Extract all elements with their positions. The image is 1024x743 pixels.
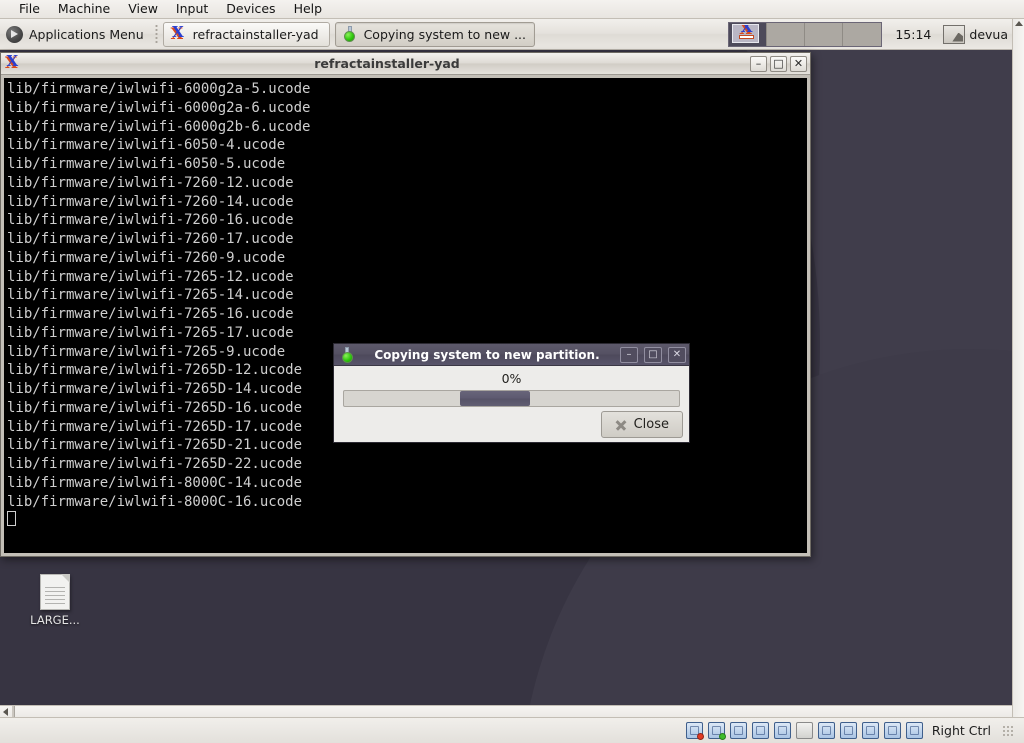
host-key-label: Right Ctrl <box>931 723 991 738</box>
document-icon-lines <box>45 587 65 605</box>
task-list: refractainstaller-yad Copying system to … <box>162 21 535 47</box>
progress-dialog: Copying system to new partition. – □ ✕ 0… <box>333 343 690 443</box>
terminal-line: lib/firmware/iwlwifi-7265D-22.ucode <box>7 456 303 472</box>
progress-bar-pulse <box>459 391 530 406</box>
guest-horizontal-scrollbar[interactable] <box>0 705 1012 718</box>
progress-percent-label: 0% <box>501 371 522 386</box>
dialog-body: 0% Close <box>334 366 689 443</box>
terminal-line: lib/firmware/iwlwifi-6000g2a-6.ucode <box>7 99 311 116</box>
mouse-integration-icon[interactable] <box>861 722 879 739</box>
terminal-line: lib/firmware/iwlwifi-6050-4.ucode <box>7 137 286 154</box>
dialog-title-bar[interactable]: Copying system to new partition. – □ ✕ <box>334 344 689 366</box>
workspace-window-preview <box>732 23 760 43</box>
document-icon <box>40 574 70 610</box>
workspace-3[interactable] <box>805 22 844 46</box>
scroll-left-arrow-icon[interactable] <box>3 708 8 716</box>
workspace-1[interactable] <box>729 22 768 46</box>
terminal-line: lib/firmware/iwlwifi-6000g2b-6.ucode <box>7 118 311 135</box>
progress-bar <box>343 390 680 407</box>
dialog-actions: Close <box>600 411 683 438</box>
desktop-icon-large[interactable]: LARGE... <box>12 574 98 627</box>
terminal-line: lib/firmware/iwlwifi-7265-12.ucode <box>7 268 294 285</box>
vbox-menu-help[interactable]: Help <box>285 0 332 18</box>
workspace-2[interactable] <box>767 22 806 46</box>
terminal-window: refractainstaller-yad – □ ✕ lib/firmware… <box>0 52 811 557</box>
terminal-title-bar[interactable]: refractainstaller-yad – □ ✕ <box>1 52 810 75</box>
terminal-line: lib/firmware/iwlwifi-7260-14.ucode <box>7 193 294 210</box>
optical-disk-icon[interactable] <box>707 722 726 740</box>
workspace-window-bar <box>739 34 755 39</box>
features-icon[interactable] <box>883 722 901 739</box>
display-icon[interactable] <box>817 722 835 739</box>
flask-icon-bulb <box>341 351 353 363</box>
terminal-line: lib/firmware/iwlwifi-7260-16.ucode <box>7 212 294 229</box>
floppy-disk-icon[interactable] <box>729 722 747 739</box>
terminal-line: lib/firmware/iwlwifi-7260-9.ucode <box>7 249 286 266</box>
xfce-top-panel: Applications Menu refractainstaller-yad … <box>0 19 1012 50</box>
dialog-close-button[interactable]: ✕ <box>668 346 686 363</box>
shared-folder-icon[interactable] <box>795 722 813 739</box>
terminal-title: refractainstaller-yad <box>314 56 460 71</box>
recording-icon[interactable] <box>839 722 857 739</box>
resize-grip[interactable] <box>1002 724 1014 737</box>
screen: File Machine View Input Devices Help SMA… <box>0 0 1024 743</box>
applications-menu-label: Applications Menu <box>29 26 144 42</box>
flask-icon <box>340 346 354 363</box>
panel-clock[interactable]: 15:14 <box>887 27 939 42</box>
dialog-title: Copying system to new partition. <box>374 347 600 362</box>
panel-user-label: devua <box>969 26 1008 42</box>
terminal-line: lib/firmware/iwlwifi-8000C-14.ucode <box>7 474 303 491</box>
terminal-close-button[interactable]: ✕ <box>790 55 807 72</box>
terminal-line: lib/firmware/iwlwifi-7260-12.ucode <box>7 174 294 191</box>
vbox-status-bar: Right Ctrl <box>0 717 1024 743</box>
workspace-switcher[interactable] <box>728 21 883 47</box>
terminal-minimize-button[interactable]: – <box>750 55 767 72</box>
terminal-maximize-button[interactable]: □ <box>770 55 787 72</box>
workspace-4[interactable] <box>843 22 882 46</box>
vbox-menu-bar: File Machine View Input Devices Help <box>0 0 1024 19</box>
flask-icon-bulb <box>344 31 356 42</box>
task-button-label: Copying system to new ... <box>363 26 527 42</box>
xterm-icon <box>5 52 20 72</box>
terminal-output[interactable]: lib/firmware/iwlwifi-6000g2a-5.ucode lib/… <box>4 78 807 553</box>
vbox-menu-file[interactable]: File <box>10 0 49 18</box>
terminal-line: lib/firmware/iwlwifi-7260-17.ucode <box>7 231 294 247</box>
vbox-menu-machine[interactable]: Machine <box>49 0 119 18</box>
xterm-icon <box>171 23 186 43</box>
terminal-line: lib/firmware/iwlwifi-6000g2a-5.ucode <box>7 81 311 97</box>
dialog-minimize-button[interactable]: – <box>620 346 638 363</box>
scroll-up-arrow-icon[interactable] <box>1015 21 1023 26</box>
vbox-menu-input[interactable]: Input <box>167 0 217 18</box>
terminal-line: lib/firmware/iwlwifi-7265-14.ucode <box>7 287 294 304</box>
terminal-line: lib/firmware/iwlwifi-7265-16.ucode <box>7 306 294 322</box>
dialog-close-action-button[interactable]: Close <box>600 411 683 438</box>
hard-disk-icon[interactable] <box>685 722 704 740</box>
terminal-prompt-line <box>7 511 807 530</box>
vbox-menu-devices[interactable]: Devices <box>217 0 284 18</box>
vbox-menu-view[interactable]: View <box>119 0 167 18</box>
panel-separator <box>154 24 158 44</box>
close-icon <box>615 419 627 431</box>
flask-icon <box>343 26 357 42</box>
guest-screen: SMALL... LARGE... Applications Menu refr… <box>0 19 1012 717</box>
desktop-icon-label: LARGE... <box>30 613 80 627</box>
network-icon[interactable] <box>751 722 769 739</box>
task-button-copying[interactable]: Copying system to new ... <box>334 21 535 47</box>
task-button-label: refractainstaller-yad <box>192 26 319 42</box>
dialog-maximize-button[interactable]: □ <box>644 346 662 363</box>
terminal-line: lib/firmware/iwlwifi-7265-17.ucode <box>7 324 294 341</box>
dialog-close-action-label: Close <box>633 417 669 432</box>
terminal-line: lib/firmware/iwlwifi-6050-5.ucode <box>7 156 286 172</box>
applications-menu-icon <box>6 25 23 43</box>
terminal-cursor <box>7 511 16 527</box>
guest-vertical-scrollbar[interactable] <box>1012 19 1024 717</box>
terminal-window-buttons: – □ ✕ <box>750 55 807 72</box>
host-key-icon[interactable] <box>905 722 923 739</box>
terminal-line: lib/firmware/iwlwifi-8000C-16.ucode <box>7 493 303 510</box>
applications-menu-button[interactable]: Applications Menu <box>0 21 152 48</box>
task-button-refractainstaller[interactable]: refractainstaller-yad <box>162 21 330 47</box>
usb-icon[interactable] <box>773 722 791 739</box>
display-settings-tray-icon[interactable] <box>943 24 966 44</box>
